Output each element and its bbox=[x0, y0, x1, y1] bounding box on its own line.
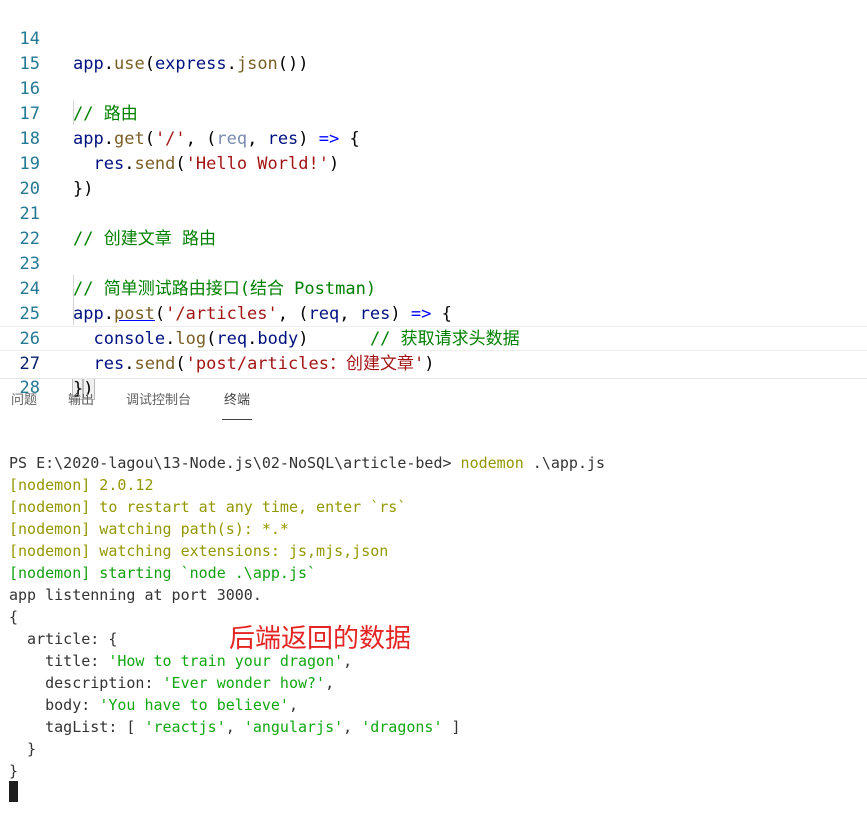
code-line[interactable]: 19 }) bbox=[0, 127, 867, 199]
terminal-output[interactable]: PS E:\2020-lagou\13-Node.js\02-NoSQL\art… bbox=[9, 452, 859, 782]
terminal-line: tagList: [ 'reactjs', 'angularjs', 'drag… bbox=[9, 718, 461, 736]
panel-divider bbox=[0, 378, 867, 379]
code-line[interactable]: 25 console.log(req.body) // 获取请求头数据 bbox=[0, 277, 867, 349]
code-line[interactable]: 14 app.use(express.json()) bbox=[0, 2, 867, 74]
terminal-prompt: PS E:\2020-lagou\13-Node.js\02-NoSQL\art… bbox=[9, 454, 461, 472]
annotation-label: 后端返回的数据 bbox=[229, 624, 412, 654]
terminal-line: [nodemon] to restart at any time, enter … bbox=[9, 498, 407, 516]
code-line[interactable]: 26 res.send('post/articles：创建文章') bbox=[0, 302, 867, 374]
terminal-line: title: 'How to train your dragon', bbox=[9, 652, 353, 670]
panel-tab-bar: 问题 输出 调试控制台 终端 bbox=[0, 380, 867, 422]
tab-output[interactable]: 输出 bbox=[68, 393, 94, 413]
terminal-line: body: 'You have to believe', bbox=[9, 696, 298, 714]
terminal-line: } bbox=[9, 762, 19, 780]
terminal-line: { bbox=[9, 608, 19, 626]
code-line[interactable]: 20 bbox=[0, 152, 867, 199]
terminal-line: app listenning at port 3000. bbox=[9, 586, 262, 604]
terminal-line: [nodemon] starting `node .\app.js` bbox=[9, 564, 317, 582]
terminal-line: description: 'Ever wonder how?', bbox=[9, 674, 335, 692]
code-line[interactable]: 16 // 路由 bbox=[0, 52, 867, 124]
terminal-command: nodemon bbox=[460, 454, 524, 472]
code-line[interactable]: 21 // 创建文章 路由 bbox=[0, 177, 867, 249]
code-line[interactable]: 15 bbox=[0, 27, 867, 74]
terminal-command-args: .\app.js bbox=[523, 454, 606, 472]
tab-problems[interactable]: 问题 bbox=[11, 393, 37, 413]
code-line[interactable]: 17 app.get('/', (req, res) => { bbox=[0, 77, 867, 149]
terminal-prompt-line: PS E:\2020-lagou\13-Node.js\02-NoSQL\art… bbox=[9, 452, 859, 474]
terminal-cursor bbox=[9, 781, 18, 802]
terminal-line: article: { bbox=[9, 630, 118, 648]
code-line-current[interactable]: 27 }) bbox=[0, 326, 867, 400]
code-line[interactable]: 24 app.post('/articles', (req, res) => { bbox=[0, 252, 867, 324]
tab-debug-console[interactable]: 调试控制台 bbox=[126, 393, 191, 413]
code-line[interactable]: 18 res.send('Hello World!') bbox=[0, 102, 867, 174]
terminal-line: [nodemon] watching path(s): *.* bbox=[9, 520, 289, 538]
terminal-line: } bbox=[9, 740, 37, 758]
terminal-line: [nodemon] watching extensions: js,mjs,js… bbox=[9, 542, 389, 560]
terminal-line: [nodemon] 2.0.12 bbox=[9, 476, 154, 494]
code-line[interactable]: 28 bbox=[0, 351, 867, 398]
code-editor[interactable]: 14 app.use(express.json()) 15 16 // 路由 1… bbox=[0, 0, 867, 400]
tab-terminal[interactable]: 终端 bbox=[221, 393, 253, 420]
code-line[interactable]: 23 // 简单测试路由接口(结合 Postman) bbox=[0, 227, 867, 299]
code-line[interactable]: 22 bbox=[0, 202, 867, 249]
